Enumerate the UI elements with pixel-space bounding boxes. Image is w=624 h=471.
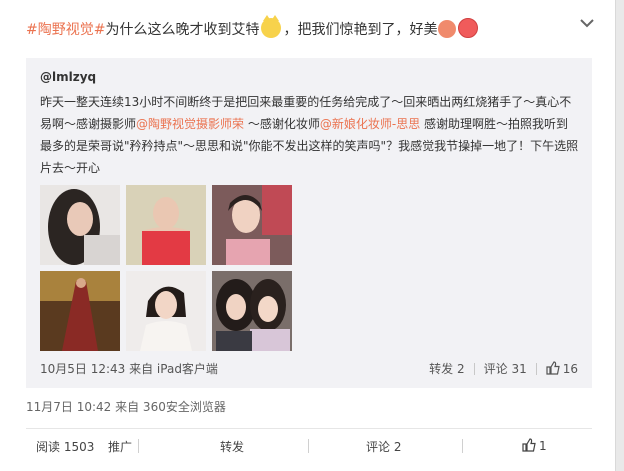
post-timestamp-source[interactable]: 11月7日 10:42 来自 360安全浏览器 — [26, 398, 226, 415]
shy-face-emoji-icon — [458, 18, 479, 38]
divider — [473, 362, 475, 375]
repost-line-2-c: 感谢助理啊胜～拍照我听到 — [420, 117, 569, 131]
post-text-part-1: 为什么这么晚才收到艾特 — [105, 22, 260, 38]
repost-line-2-b: ～感谢化妆师 — [244, 117, 320, 131]
like-button[interactable]: 1 — [522, 438, 547, 453]
photo-thumbnail[interactable] — [40, 185, 120, 265]
post-footer-actions: 阅读 1503 推广 转发 评论 2 1 — [26, 428, 592, 463]
cat-emoji-icon — [261, 15, 282, 38]
photo-thumbnail[interactable] — [40, 271, 120, 351]
topic-link[interactable]: #陶野视觉# — [26, 22, 105, 38]
mention-makeup-artist[interactable]: @新娘化妆师-思思 — [320, 117, 420, 131]
repost-actions: 转发 2 评论 31 16 — [429, 360, 578, 377]
mention-photographer[interactable]: @陶野视觉摄影师荣 — [136, 117, 244, 131]
repost-comment-link[interactable]: 评论 31 — [484, 360, 527, 377]
repost-text: 昨天一整天连续13小时不间断终于是把回来最重要的任务给完成了～回来晒出两红烧猪手… — [40, 91, 580, 179]
repost-like-button[interactable]: 16 — [546, 361, 578, 376]
comment-button[interactable]: 评论 2 — [366, 438, 401, 455]
divider — [462, 439, 463, 453]
repost-line-2-a: 易啊～感谢摄影师 — [40, 117, 137, 131]
repost-box: @lmlzyq 昨天一整天连续13小时不间断终于是把回来最重要的任务给完成了～回… — [26, 58, 592, 388]
weibo-post-card: #陶野视觉#为什么这么晚才收到艾特 ，把我们惊艳到了，好美 @lmlzyq 昨天一… — [0, 0, 624, 471]
repost-username[interactable]: @lmlzyq — [40, 70, 96, 84]
divider — [138, 439, 139, 453]
promote-button[interactable]: 推广 — [108, 438, 132, 455]
thumbs-up-icon — [522, 438, 536, 452]
post-text-part-2: ，把我们惊艳到了，好美 — [283, 22, 438, 38]
post-text: #陶野视觉#为什么这么晚才收到艾特 ，把我们惊艳到了，好美 — [26, 15, 586, 41]
repost-forward-link[interactable]: 转发 2 — [429, 360, 464, 377]
chevron-down-icon[interactable] — [578, 14, 596, 32]
photo-thumbnail[interactable] — [126, 185, 206, 265]
repost-like-count: 16 — [562, 362, 578, 376]
forward-button[interactable]: 转发 — [220, 438, 244, 455]
divider — [535, 362, 537, 375]
pig-emoji-icon — [438, 20, 457, 38]
photo-thumbnail[interactable] — [212, 185, 292, 265]
repost-line-4: 片去～开心 — [40, 161, 101, 175]
photo-thumbnail[interactable] — [212, 271, 292, 351]
divider — [308, 439, 309, 453]
scrollbar-track[interactable] — [615, 0, 624, 471]
repost-line-3: 最多的是荣哥说"矜矜持点"～思思和说"你能不发出这样的笑声吗"？我感觉我节操掉一… — [40, 139, 579, 153]
photo-thumbnail[interactable] — [126, 271, 206, 351]
thumbs-up-icon — [546, 361, 560, 375]
repost-timestamp-source[interactable]: 10月5日 12:43 来自 iPad客户端 — [40, 360, 218, 377]
read-count: 阅读 1503 — [36, 440, 95, 454]
like-count: 1 — [539, 439, 547, 453]
repost-line-1: 昨天一整天连续13小时不间断终于是把回来最重要的任务给完成了～回来晒出两红烧猪手… — [40, 95, 572, 109]
repost-line-2: 易啊～感谢摄影师@陶野视觉摄影师荣 ～感谢化妆师@新娘化妆师-思思 感谢助理啊胜… — [40, 113, 580, 135]
